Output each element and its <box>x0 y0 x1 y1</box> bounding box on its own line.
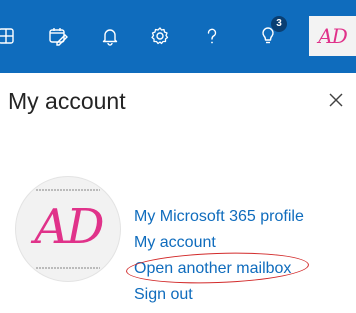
close-icon[interactable] <box>324 88 348 112</box>
avatar-initials: AD <box>318 24 348 48</box>
sign-out-link[interactable]: Sign out <box>134 282 304 308</box>
account-avatar-button[interactable]: AD <box>309 16 356 56</box>
avatar-decoration <box>36 189 100 191</box>
teams-chat-icon[interactable] <box>0 22 20 50</box>
profile-avatar: AD <box>15 176 121 282</box>
top-bar: 3 AD <box>0 0 356 73</box>
calendar-edit-icon[interactable] <box>44 22 72 50</box>
notification-badge: 3 <box>271 16 287 32</box>
avatar-decoration <box>36 267 100 269</box>
help-icon[interactable] <box>198 22 226 50</box>
panel-title: My account <box>8 88 126 114</box>
gear-icon[interactable] <box>146 22 174 50</box>
lightbulb-icon[interactable]: 3 <box>254 16 287 50</box>
bell-icon[interactable] <box>96 22 124 50</box>
microsoft-365-profile-link[interactable]: My Microsoft 365 profile <box>134 204 304 230</box>
profile-avatar-initials: AD <box>34 199 104 255</box>
